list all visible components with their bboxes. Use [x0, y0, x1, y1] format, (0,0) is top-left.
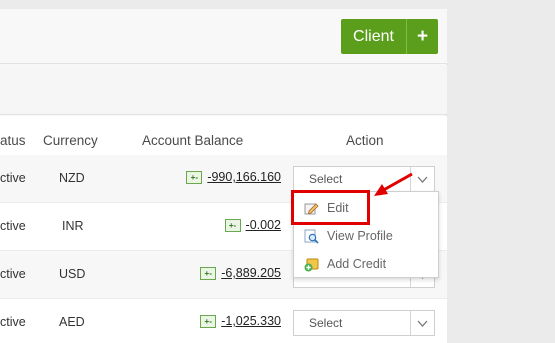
client-button-label: Client	[341, 19, 407, 54]
balance-link[interactable]: -0.002	[246, 218, 281, 232]
balance-link[interactable]: -990,166.160	[207, 170, 281, 184]
status-cell: ctive	[0, 315, 26, 329]
annotation-arrow-icon	[374, 172, 413, 196]
currency-cell: USD	[59, 267, 86, 281]
action-select-value: Select	[309, 316, 343, 330]
adjust-balance-icon[interactable]: +-	[224, 218, 241, 232]
chevron-down-icon[interactable]	[410, 311, 434, 335]
currency-cell: NZD	[59, 171, 85, 185]
adjust-balance-icon[interactable]: +-	[200, 314, 217, 328]
table-row: ctive AED +- -1,025.330 Select	[0, 299, 447, 343]
view-profile-icon	[304, 229, 319, 244]
adjust-balance-icon[interactable]: +-	[200, 266, 217, 280]
plus-icon: +	[416, 25, 429, 47]
filter-bar	[0, 65, 447, 115]
add-credit-icon	[304, 258, 319, 271]
column-action: Action	[346, 133, 384, 148]
status-cell: ctive	[0, 171, 26, 185]
balance-cell: +- -6,889.205	[200, 266, 281, 280]
menu-item-label: Add Credit	[327, 257, 387, 271]
panel-toolbar: Client +	[0, 9, 447, 64]
menu-item-add-credit[interactable]: Add Credit	[294, 250, 438, 278]
action-select[interactable]: Select	[293, 310, 435, 336]
menu-item-label: View Profile	[327, 229, 393, 243]
status-cell: ctive	[0, 219, 26, 233]
balance-link[interactable]: -6,889.205	[221, 266, 281, 280]
column-currency: Currency	[43, 133, 98, 148]
column-account-balance: Account Balance	[142, 133, 244, 148]
currency-cell: AED	[59, 315, 85, 329]
column-status: atus	[0, 133, 26, 148]
balance-cell: +- -1,025.330	[200, 314, 281, 328]
balance-cell: +- -0.002	[224, 218, 281, 232]
adjust-balance-icon[interactable]: +-	[186, 170, 203, 184]
menu-item-view-profile[interactable]: View Profile	[294, 222, 438, 250]
currency-cell: INR	[62, 219, 84, 233]
balance-cell: +- -990,166.160	[186, 170, 281, 184]
add-client-button[interactable]: Client +	[341, 19, 438, 54]
balance-link[interactable]: -1,025.330	[221, 314, 281, 328]
status-cell: ctive	[0, 267, 26, 281]
annotation-highlight-box	[291, 190, 370, 225]
